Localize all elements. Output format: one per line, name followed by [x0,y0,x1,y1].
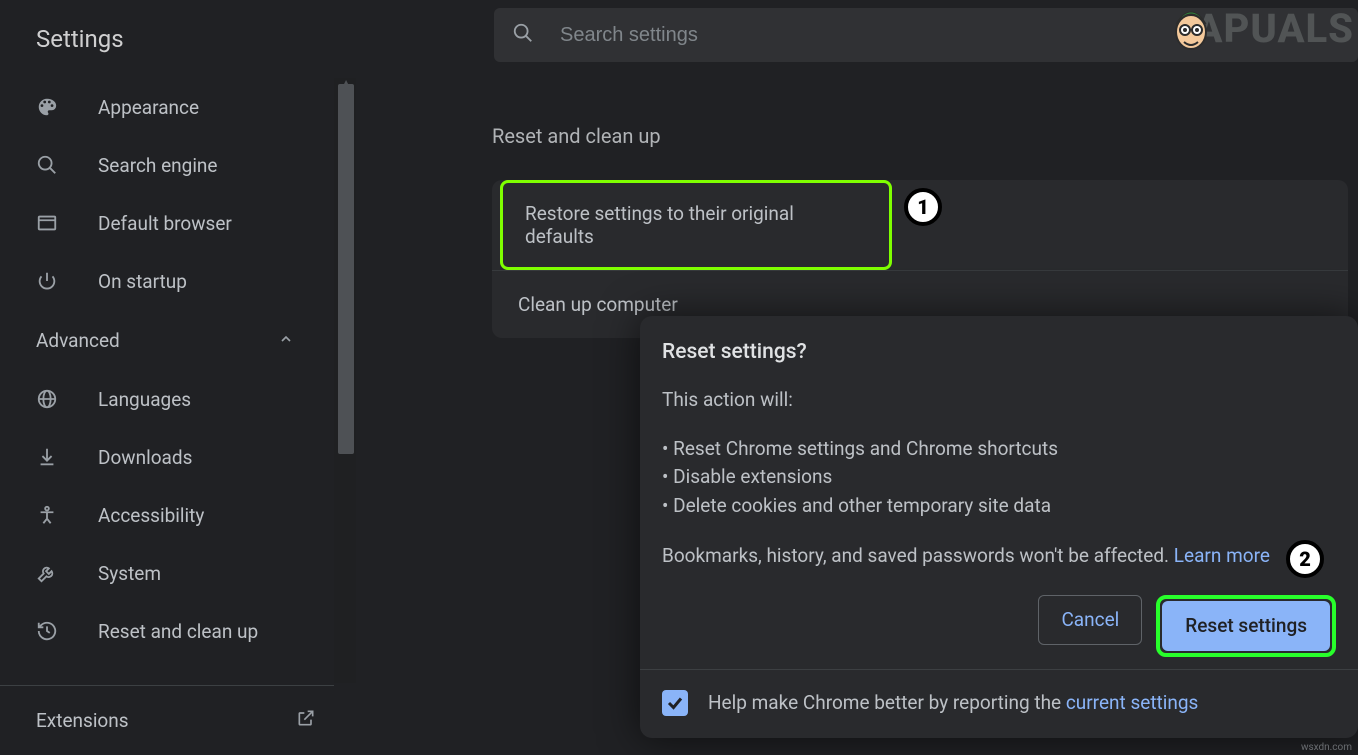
cancel-button[interactable]: Cancel [1038,595,1142,645]
sidebar-section-advanced[interactable]: Advanced [0,310,334,370]
history-icon [36,620,64,642]
chevron-up-icon [278,329,294,352]
sidebar-item-label: Reset and clean up [98,620,258,643]
credit-text: wsxdn.com [1301,742,1352,753]
header: Settings [0,0,1358,78]
download-icon [36,446,64,468]
sidebar-item-downloads[interactable]: Downloads [0,428,334,486]
search-icon [36,154,64,176]
sidebar-item-search-engine[interactable]: Search engine [0,136,334,194]
search-input[interactable] [560,24,1260,47]
palette-icon [36,96,64,118]
dialog-footnote: Bookmarks, history, and saved passwords … [662,542,1336,571]
current-settings-link[interactable]: current settings [1066,691,1199,714]
open-external-icon [296,708,316,733]
sidebar-item-appearance[interactable]: Appearance [0,78,334,136]
dialog-body: This action will: • Reset Chrome setting… [662,386,1336,571]
learn-more-link[interactable]: Learn more [1174,544,1270,567]
dialog-title: Reset settings? [662,340,1336,364]
dialog-actions: Cancel Reset settings [662,595,1336,657]
accessibility-icon [36,504,64,526]
sidebar-item-label: Default browser [98,212,232,235]
button-label: Cancel [1061,608,1119,631]
mascot-icon [1169,2,1213,54]
wrench-icon [36,562,64,584]
report-text: Help make Chrome better by reporting the… [708,691,1198,714]
step-badge-number: 2 [1299,547,1311,571]
scrollbar[interactable]: ▲ [334,78,356,683]
dialog-intro: This action will: [662,386,1336,415]
sidebar-item-reset-cleanup[interactable]: Reset and clean up [0,602,334,660]
dialog-bullets: • Reset Chrome settings and Chrome short… [662,435,1336,521]
step-badge-2: 2 [1286,540,1324,578]
watermark: AAPPUALSPUALS [1169,2,1354,54]
sidebar-item-label: Search engine [98,154,218,177]
sidebar-item-system[interactable]: System [0,544,334,602]
sidebar: Appearance Search engine Default browser… [0,78,356,755]
sidebar-item-label: Downloads [98,446,192,469]
power-icon [36,270,64,292]
sidebar-item-label: On startup [98,270,187,293]
sidebar-footer-label: Extensions [36,709,129,732]
report-checkbox[interactable] [662,690,688,716]
reset-settings-dialog: Reset settings? This action will: • Rese… [640,316,1358,738]
scrollbar-thumb[interactable] [338,84,354,454]
divider [640,669,1358,670]
globe-icon [36,388,64,410]
report-row: Help make Chrome better by reporting the… [662,684,1336,726]
sidebar-item-languages[interactable]: Languages [0,370,334,428]
sidebar-item-default-browser[interactable]: Default browser [0,194,334,252]
sidebar-item-label: Appearance [98,96,199,119]
reset-settings-button[interactable]: Reset settings [1162,601,1330,651]
step-badge-1: 1 [904,188,942,226]
sidebar-footer-extensions[interactable]: Extensions [0,685,334,755]
highlight-reset-button: Reset settings [1156,595,1336,657]
search-icon [512,22,534,48]
dialog-bullet: • Reset Chrome settings and Chrome short… [662,435,1336,464]
section-heading: Reset and clean up [492,124,1358,148]
watermark-text: AAPPUALSPUALS [1219,5,1354,52]
page-title: Settings [36,25,124,53]
card-row-label: Restore settings to their original defau… [525,202,794,248]
sidebar-item-label: System [98,562,161,585]
sidebar-item-label: Languages [98,388,191,411]
dialog-bullet: • Delete cookies and other temporary sit… [662,492,1336,521]
button-label: Reset settings [1185,614,1307,637]
card-row-label: Clean up computer [518,293,678,316]
step-badge-number: 1 [917,195,929,219]
sidebar-section-label: Advanced [36,329,120,352]
sidebar-item-on-startup[interactable]: On startup [0,252,334,310]
sidebar-item-label: Accessibility [98,504,204,527]
browser-icon [36,212,64,234]
dialog-bullet: • Disable extensions [662,463,1336,492]
sidebar-item-accessibility[interactable]: Accessibility [0,486,334,544]
